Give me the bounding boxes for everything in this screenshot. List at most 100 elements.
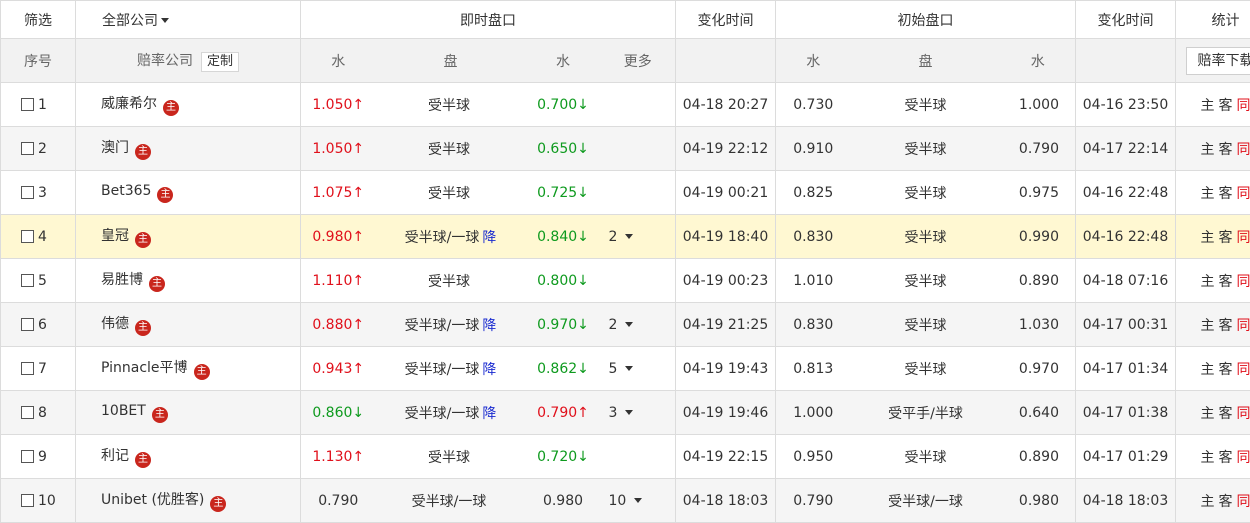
- stats-same-link[interactable]: 同: [1237, 494, 1250, 510]
- water1-trend-arrow: ↑: [352, 273, 364, 289]
- more-cell[interactable]: [601, 435, 676, 479]
- stats-away-link[interactable]: 客: [1219, 318, 1233, 334]
- stats-home-link[interactable]: 主: [1201, 142, 1215, 158]
- row-checkbox[interactable]: [21, 142, 34, 155]
- stats-away-link[interactable]: 客: [1219, 450, 1233, 466]
- company-name[interactable]: 伟德: [101, 316, 129, 332]
- live-water2-cell: 0.800↓: [526, 259, 601, 303]
- init-change-time: 04-17 01:38: [1076, 391, 1176, 435]
- company-header: 赔率公司定制: [76, 39, 301, 83]
- company-badge-icon[interactable]: 主: [210, 496, 226, 512]
- row-checkbox[interactable]: [21, 230, 34, 243]
- stats-away-link[interactable]: 客: [1219, 362, 1233, 378]
- stats-home-link[interactable]: 主: [1201, 274, 1215, 290]
- index-cell: 5: [1, 259, 76, 303]
- stats-home-link[interactable]: 主: [1201, 98, 1215, 114]
- init-handicap: 受半球: [851, 347, 1001, 391]
- more-chevron-icon[interactable]: [625, 410, 633, 415]
- more-cell[interactable]: [601, 127, 676, 171]
- company-badge-icon[interactable]: 主: [157, 187, 173, 203]
- more-cell[interactable]: [601, 171, 676, 215]
- stats-same-link[interactable]: 同: [1237, 362, 1250, 378]
- more-cell[interactable]: 3: [601, 391, 676, 435]
- live-change-time: 04-19 22:15: [676, 435, 776, 479]
- custom-button[interactable]: 定制: [201, 52, 239, 72]
- init-handicap: 受半球: [851, 127, 1001, 171]
- more-cell[interactable]: 2: [601, 303, 676, 347]
- odds-download-button[interactable]: 赔率下载: [1186, 47, 1250, 75]
- more-chevron-icon[interactable]: [625, 322, 633, 327]
- company-badge-icon[interactable]: 主: [135, 452, 151, 468]
- stats-away-link[interactable]: 客: [1219, 98, 1233, 114]
- company-badge-icon[interactable]: 主: [135, 144, 151, 160]
- stats-away-link[interactable]: 客: [1219, 230, 1233, 246]
- stats-same-link[interactable]: 同: [1237, 142, 1250, 158]
- init-water1: 0.813: [776, 347, 851, 391]
- more-chevron-icon[interactable]: [634, 498, 642, 503]
- company-cell: 易胜博主: [76, 259, 301, 303]
- row-checkbox[interactable]: [21, 362, 34, 375]
- stats-away-link[interactable]: 客: [1219, 274, 1233, 290]
- more-chevron-icon[interactable]: [625, 234, 633, 239]
- handicap-drop-label: 降: [482, 318, 496, 334]
- live-water1-cell: 0.980↑: [301, 215, 376, 259]
- live-water1-cell: 0.790: [301, 479, 376, 523]
- company-name[interactable]: Pinnacle平博: [101, 360, 188, 376]
- company-filter-dropdown[interactable]: 全部公司: [76, 1, 301, 39]
- company-name[interactable]: 10BET: [101, 403, 146, 419]
- row-checkbox[interactable]: [21, 186, 34, 199]
- row-checkbox[interactable]: [21, 98, 34, 111]
- stats-home-link[interactable]: 主: [1201, 362, 1215, 378]
- more-chevron-icon[interactable]: [625, 366, 633, 371]
- stats-same-link[interactable]: 同: [1237, 230, 1250, 246]
- live-water2: 0.970: [537, 317, 577, 333]
- company-name[interactable]: Unibet (优胜客): [101, 492, 204, 508]
- stats-home-link[interactable]: 主: [1201, 494, 1215, 510]
- water1-trend-arrow: ↑: [352, 229, 364, 245]
- row-checkbox[interactable]: [21, 318, 34, 331]
- stats-home-link[interactable]: 主: [1201, 450, 1215, 466]
- company-name[interactable]: Bet365: [101, 183, 151, 199]
- company-name[interactable]: 易胜博: [101, 272, 143, 288]
- company-name[interactable]: 利记: [101, 448, 129, 464]
- stats-home-link[interactable]: 主: [1201, 406, 1215, 422]
- company-badge-icon[interactable]: 主: [194, 364, 210, 380]
- company-name[interactable]: 皇冠: [101, 228, 129, 244]
- company-badge-icon[interactable]: 主: [163, 100, 179, 116]
- live-water1: 0.943: [312, 361, 352, 377]
- company-name[interactable]: 威廉希尔: [101, 96, 157, 112]
- company-cell: 澳门主: [76, 127, 301, 171]
- more-cell[interactable]: [601, 83, 676, 127]
- company-name[interactable]: 澳门: [101, 140, 129, 156]
- table-row: 1 威廉希尔主 1.050↑ 受半球 0.700↓ 04-18 20:27 0.…: [1, 83, 1250, 127]
- stats-away-link[interactable]: 客: [1219, 406, 1233, 422]
- stats-same-link[interactable]: 同: [1237, 318, 1250, 334]
- row-checkbox[interactable]: [21, 450, 34, 463]
- odds-table: 筛选 全部公司 即时盘口 变化时间 初始盘口 变化时间 统计 序号 赔率公司定制…: [0, 0, 1250, 523]
- stats-same-link[interactable]: 同: [1237, 406, 1250, 422]
- water1-trend-arrow: ↑: [352, 361, 364, 377]
- stats-away-link[interactable]: 客: [1219, 142, 1233, 158]
- company-badge-icon[interactable]: 主: [152, 407, 168, 423]
- stats-home-link[interactable]: 主: [1201, 186, 1215, 202]
- stats-same-link[interactable]: 同: [1237, 450, 1250, 466]
- row-checkbox[interactable]: [21, 406, 34, 419]
- company-badge-icon[interactable]: 主: [135, 232, 151, 248]
- stats-away-link[interactable]: 客: [1219, 186, 1233, 202]
- water1-trend-arrow: ↓: [352, 405, 364, 421]
- more-cell[interactable]: [601, 259, 676, 303]
- stats-same-link[interactable]: 同: [1237, 98, 1250, 114]
- row-checkbox[interactable]: [21, 274, 34, 287]
- stats-same-link[interactable]: 同: [1237, 186, 1250, 202]
- company-badge-icon[interactable]: 主: [149, 276, 165, 292]
- stats-away-link[interactable]: 客: [1219, 494, 1233, 510]
- stats-home-link[interactable]: 主: [1201, 318, 1215, 334]
- row-checkbox[interactable]: [21, 494, 34, 507]
- stats-same-link[interactable]: 同: [1237, 274, 1250, 290]
- more-cell[interactable]: 2: [601, 215, 676, 259]
- more-cell[interactable]: 5: [601, 347, 676, 391]
- company-badge-icon[interactable]: 主: [135, 320, 151, 336]
- stats-home-link[interactable]: 主: [1201, 230, 1215, 246]
- more-cell[interactable]: 10: [601, 479, 676, 523]
- init-change-time-subheader: [1076, 39, 1176, 83]
